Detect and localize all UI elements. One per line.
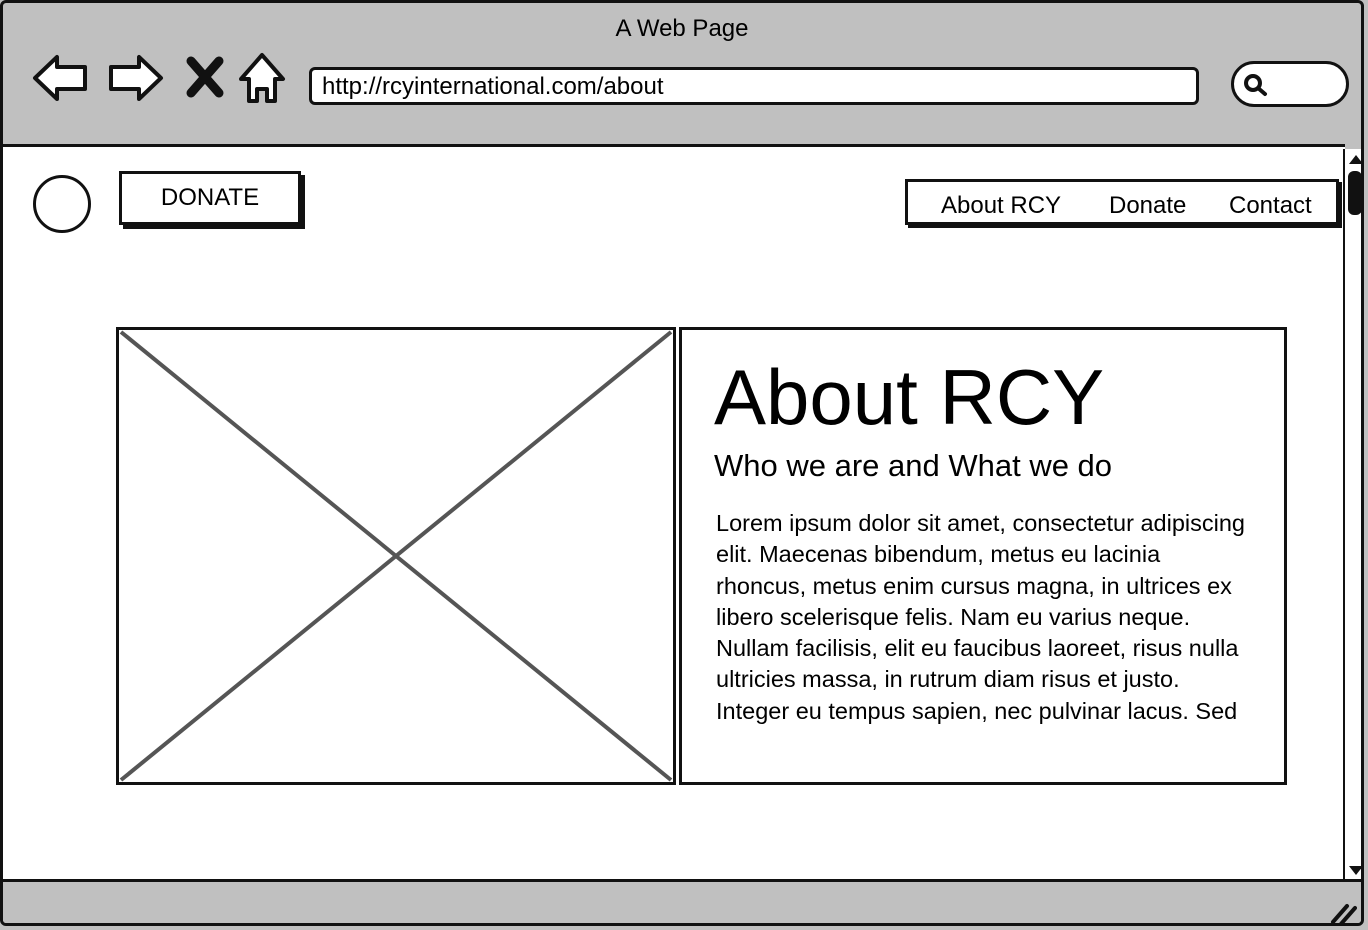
nav-item-about[interactable]: About RCY xyxy=(941,192,1061,220)
search-icon xyxy=(1244,74,1267,96)
scrollbar-thumb[interactable] xyxy=(1348,171,1361,215)
scroll-down-icon[interactable] xyxy=(1345,863,1364,879)
back-arrow-icon[interactable] xyxy=(31,49,89,107)
about-section: About RCY Who we are and What we do Lore… xyxy=(679,327,1287,785)
forward-arrow-icon[interactable] xyxy=(107,49,165,107)
home-icon[interactable] xyxy=(235,49,293,107)
vertical-scrollbar[interactable] xyxy=(1343,149,1364,881)
browser-window: A Web Page http://rcyinternational.com/a… xyxy=(0,0,1364,926)
status-bar xyxy=(3,879,1361,926)
nav-menu: About RCY Donate Contact xyxy=(905,179,1339,225)
page-subtitle: Who we are and What we do xyxy=(714,448,1113,483)
page-title: About RCY xyxy=(714,353,1105,441)
scroll-up-icon[interactable] xyxy=(1345,151,1364,167)
search-input[interactable] xyxy=(1231,61,1349,107)
resize-grip-icon[interactable] xyxy=(1329,898,1357,926)
image-placeholder-cross xyxy=(119,330,673,782)
logo-placeholder[interactable] xyxy=(33,175,91,233)
image-placeholder xyxy=(116,327,676,785)
donate-button[interactable]: DONATE xyxy=(119,171,301,225)
address-bar[interactable]: http://rcyinternational.com/about xyxy=(309,67,1199,105)
url-text: http://rcyinternational.com/about xyxy=(322,73,664,100)
about-body-text: Lorem ipsum dolor sit amet, consectetur … xyxy=(716,510,1245,724)
window-title: A Web Page xyxy=(615,15,749,42)
nav-item-donate[interactable]: Donate xyxy=(1109,192,1186,220)
page-viewport: DONATE About RCY Donate Contact About RC… xyxy=(3,144,1345,880)
nav-item-contact[interactable]: Contact xyxy=(1229,192,1312,220)
stop-x-icon[interactable] xyxy=(183,49,227,107)
